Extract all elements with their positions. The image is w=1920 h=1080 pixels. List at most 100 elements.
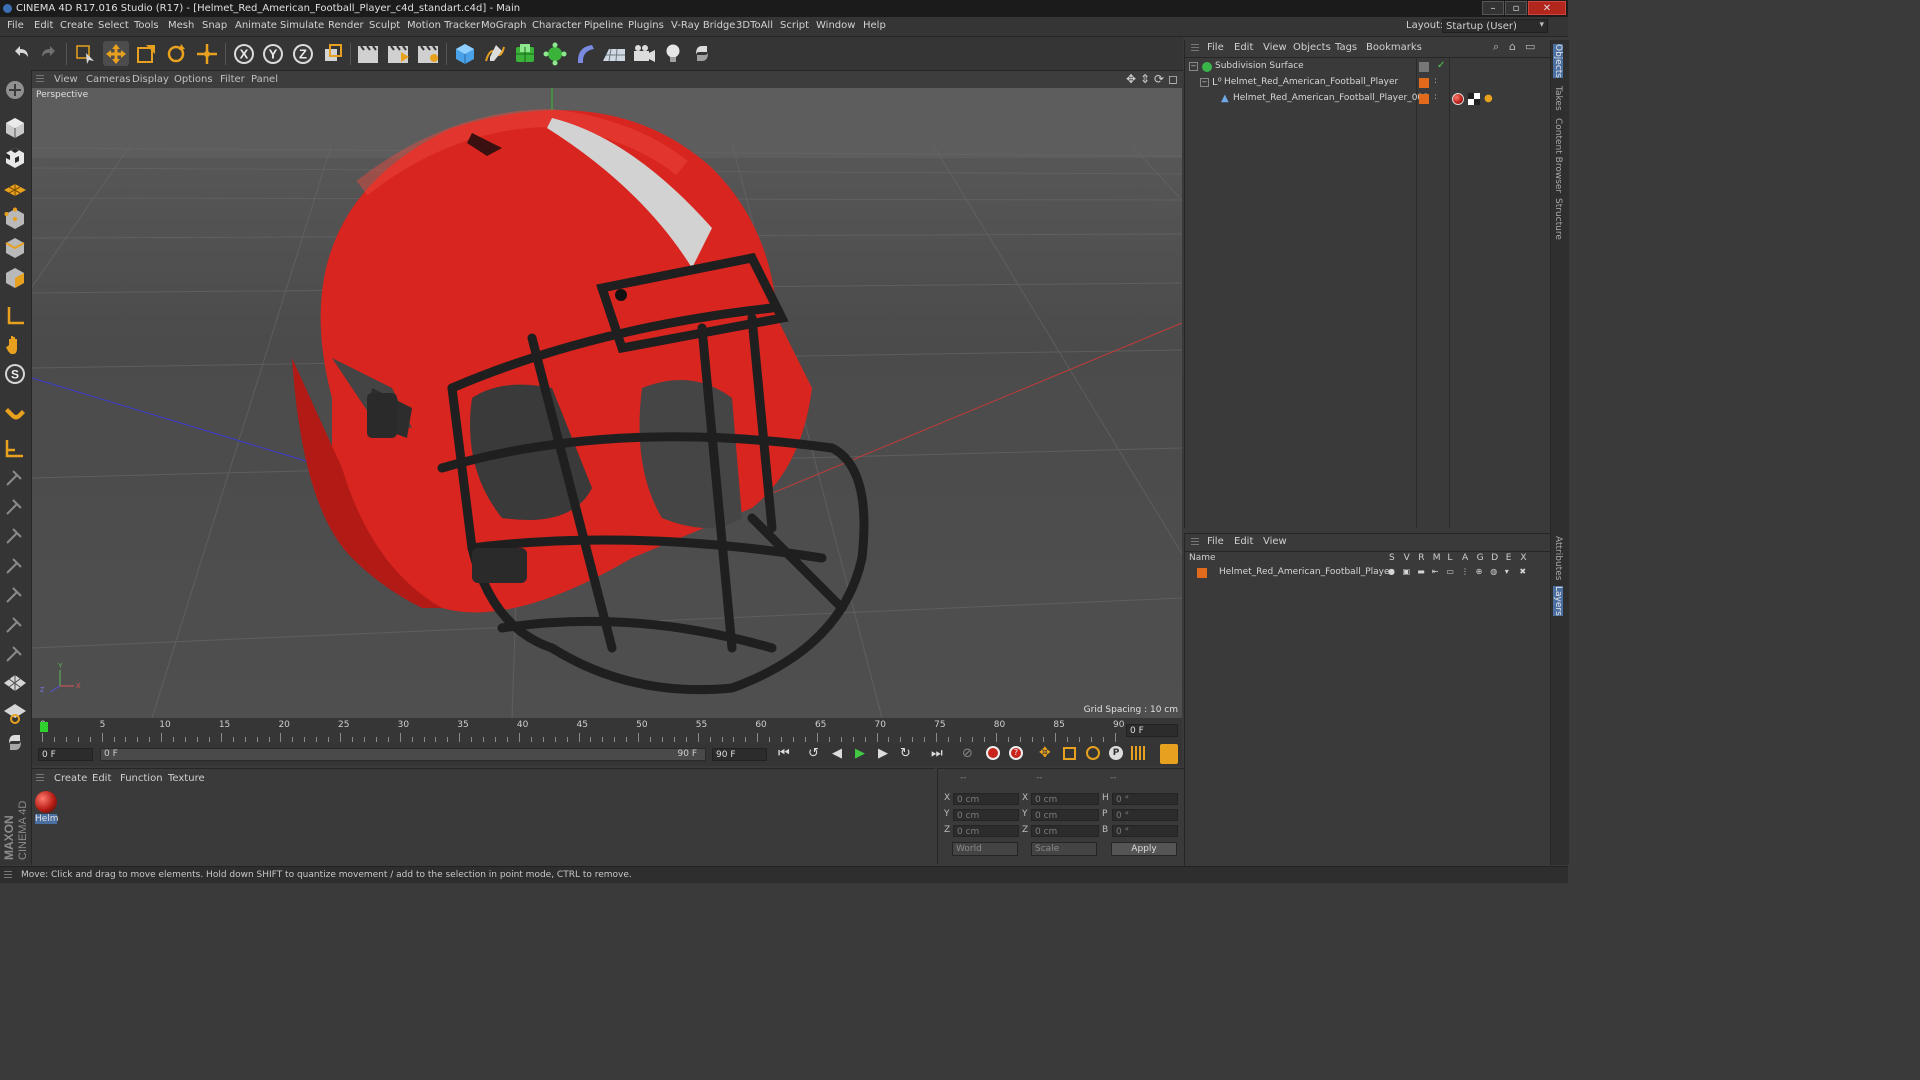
object-menu-objects[interactable]: Objects [1293,42,1331,53]
viewport-menu-filter[interactable]: Filter [220,74,245,85]
snap-button[interactable]: S [3,362,27,386]
enabled-check-icon[interactable]: ✓ [1437,60,1445,71]
pos-x-field[interactable]: 0 cm [953,793,1019,805]
edges-mode-button[interactable] [3,236,27,260]
layer-column-s[interactable]: S [1389,553,1395,563]
layer-column-m[interactable]: M [1433,553,1441,563]
minimize-button[interactable]: – [1482,1,1504,15]
pos-z-field[interactable]: 0 cm [953,825,1019,837]
points-mode-button[interactable] [3,207,27,231]
pos-y-field[interactable]: 0 cm [953,809,1019,821]
render-view-button[interactable] [355,41,381,66]
axis-tool-button[interactable] [3,436,27,460]
range-slider[interactable]: 0 F 90 F [100,748,706,761]
object-menu-edit[interactable]: Edit [1234,42,1253,53]
sculpt-tool-3-button[interactable] [3,523,27,547]
layer-toggle-r-icon[interactable]: ▬ [1417,567,1425,576]
pan-icon[interactable]: ✥ [1126,72,1136,86]
go-to-start-icon[interactable]: ⏮ [778,746,790,761]
tab-structure[interactable]: Structure [1553,198,1563,240]
polygons-mode-button[interactable] [3,266,27,290]
key-position-icon[interactable]: ✥ [1039,745,1051,761]
collapse-icon[interactable]: − [1200,78,1209,87]
python-console-button[interactable] [3,731,27,755]
render-to-picture-viewer-button[interactable] [385,41,411,66]
maximize-view-icon[interactable]: ◻ [1168,72,1178,86]
next-frame-icon[interactable]: ▶ [878,746,888,761]
layer-column-v[interactable]: V [1404,553,1410,563]
sculpt-tool-6-button[interactable] [3,612,27,636]
material-tag-icon[interactable] [1452,93,1464,105]
layer-toggle-l-icon[interactable]: ▭ [1446,567,1454,576]
play-icon[interactable]: ▶ [855,746,865,761]
tab-layers[interactable]: Layers [1553,586,1563,616]
sculpt-tool-1-button[interactable] [3,465,27,489]
layer-column-l[interactable]: L [1447,553,1452,563]
menu-plugins[interactable]: Plugins [628,20,664,31]
live-selection-button[interactable] [72,41,98,66]
close-button[interactable]: ✕ [1528,1,1566,15]
visibility-dots-icon[interactable]: : [1434,76,1437,86]
workplane-toggle-button[interactable] [3,701,27,725]
menu-character[interactable]: Character [532,20,581,31]
maximize-button[interactable]: ▫ [1505,1,1527,15]
key-parameter-icon[interactable]: P [1109,746,1123,760]
texture-mode-button[interactable] [3,146,27,170]
layout-dropdown[interactable]: Startup (User) ▾ [1442,19,1548,33]
magnet-button[interactable] [3,400,27,424]
model-mode-button[interactable] [3,116,27,140]
viewport-menu-cameras[interactable]: Cameras [86,74,130,85]
timeline-ruler[interactable]: 051015202530354045505560657075808590 0 F [32,718,1182,744]
object-row[interactable]: − Subdivision Surface ✓ [1185,60,1550,75]
layer-column-x[interactable]: X [1520,553,1526,563]
menu-mesh[interactable]: Mesh [168,20,194,31]
next-key-icon[interactable]: ↻ [900,746,911,761]
start-frame-field[interactable]: 0 F [38,748,93,761]
redo-button[interactable] [36,41,62,66]
menu-script[interactable]: Script [780,20,809,31]
record-icon[interactable] [986,746,1000,760]
undo-button[interactable] [8,41,34,66]
layer-column-d[interactable]: D [1491,553,1498,563]
apply-button[interactable]: Apply [1111,842,1177,856]
material-menu-function[interactable]: Function [120,773,163,784]
menu-tools[interactable]: Tools [134,20,159,31]
material-menu-texture[interactable]: Texture [168,773,205,784]
layer-menu-view[interactable]: View [1263,536,1287,547]
menu-edit[interactable]: Edit [34,20,53,31]
python-script-button[interactable] [689,41,715,66]
search-icon[interactable]: ⌕ [1493,40,1499,54]
tab-takes[interactable]: Takes [1553,86,1563,111]
layer-toggle-v-icon[interactable]: ▣ [1403,567,1411,576]
size-x-field[interactable]: 0 cm [1031,793,1099,805]
menu-motion-tracker[interactable]: Motion Tracker [407,20,480,31]
menu-pipeline[interactable]: Pipeline [584,20,623,31]
timeline-window-icon[interactable] [1160,744,1178,764]
sculpt-tool-4-button[interactable] [3,553,27,577]
layer-column-e[interactable]: E [1506,553,1512,563]
previous-frame-icon[interactable]: ◀ [832,746,842,761]
layer-toggle-s-icon[interactable]: ● [1388,567,1395,576]
layer-column-a[interactable]: A [1462,553,1468,563]
tab-objects[interactable]: Objects [1553,44,1563,79]
viewport-menu-options[interactable]: Options [174,74,213,85]
menu-render[interactable]: Render [328,20,364,31]
end-frame-field[interactable]: 90 F [712,748,767,761]
tab-content-browser[interactable]: Content Browser [1553,118,1563,193]
home-icon[interactable]: ⌂ [1509,40,1516,53]
camera-object-button[interactable] [631,41,657,66]
layer-toggle-g-icon[interactable]: ⊕ [1476,567,1483,576]
menu-animate[interactable]: Animate [235,20,277,31]
menu-file[interactable]: File [7,20,24,31]
move-tool-button[interactable] [103,41,129,66]
z-axis-lock-button[interactable]: Z [290,41,316,66]
menu-sculpt[interactable]: Sculpt [369,20,400,31]
spline-pen-button[interactable] [482,41,508,66]
sculpt-tool-7-button[interactable] [3,641,27,665]
menu-vray-bridge[interactable]: V-Ray Bridge [671,20,735,31]
tweak-mode-button[interactable] [3,333,27,357]
layer-menu-edit[interactable]: Edit [1234,536,1253,547]
go-to-end-icon[interactable]: ⏭ [931,746,943,761]
rot-h-field[interactable]: 0 ° [1112,793,1178,805]
material-menu-edit[interactable]: Edit [92,773,111,784]
